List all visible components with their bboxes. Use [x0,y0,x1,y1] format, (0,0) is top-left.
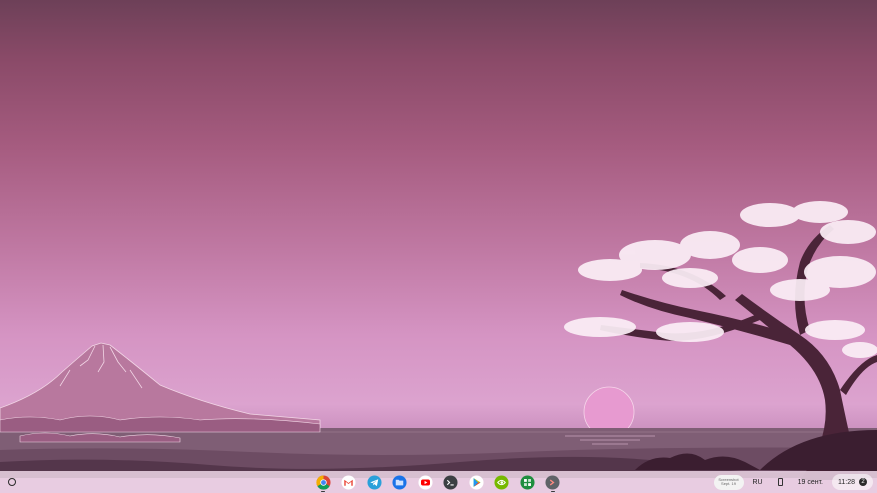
date-label: 19 сент. [797,478,823,486]
terminal-prompt-icon [545,474,560,490]
date-tray-button[interactable]: 19 сент. [792,474,829,490]
desktop-wallpaper [0,0,877,493]
mountain [0,342,321,429]
clock-label: 11:28 [838,478,855,486]
launcher-circle-icon [8,478,16,486]
notification-counter: 2 [859,478,867,486]
terminal-icon [443,474,458,490]
shelf-app-crostini-terminal[interactable] [544,472,562,492]
status-tray: Screenshot Sept. 19 RU 19 сент. 11:28 2 [713,473,873,491]
shelf-app-telegram[interactable] [365,472,383,492]
youtube-icon [417,474,433,490]
running-indicator [321,490,325,492]
holding-space-button[interactable]: Screenshot Sept. 19 [713,474,744,490]
shelf-app-nvidia[interactable] [493,472,511,492]
play-store-icon [468,474,484,490]
holding-space-preview: Screenshot Sept. 19 [718,477,739,486]
telegram-icon [366,474,382,490]
shelf-app-files[interactable] [391,472,409,492]
pinned-apps [314,472,562,492]
green-app-icon [519,474,535,490]
shelf-app-youtube[interactable] [416,472,434,492]
unified-system-tray[interactable]: 11:28 2 [832,474,873,490]
running-indicator [550,490,555,492]
shelf-app-terminal[interactable] [442,472,460,492]
phone-icon [777,478,783,486]
wallpaper-illustration [0,201,877,480]
launcher-button[interactable] [4,474,20,490]
shelf-app-play-store[interactable] [467,472,485,492]
chrome-icon [315,474,331,490]
shelf-app-gmail[interactable] [340,472,358,492]
ime-menu-button[interactable]: RU [747,474,769,490]
shelf-app-green[interactable] [518,472,536,492]
shelf: Screenshot Sept. 19 RU 19 сент. 11:28 2 [0,471,877,493]
shelf-app-chrome[interactable] [314,472,332,492]
cherry-blossoms [564,201,877,358]
folder-icon [392,474,407,490]
nvidia-icon [494,474,509,490]
phone-hub-button[interactable] [772,474,789,490]
ime-label: RU [752,478,763,486]
gmail-icon [341,474,356,490]
